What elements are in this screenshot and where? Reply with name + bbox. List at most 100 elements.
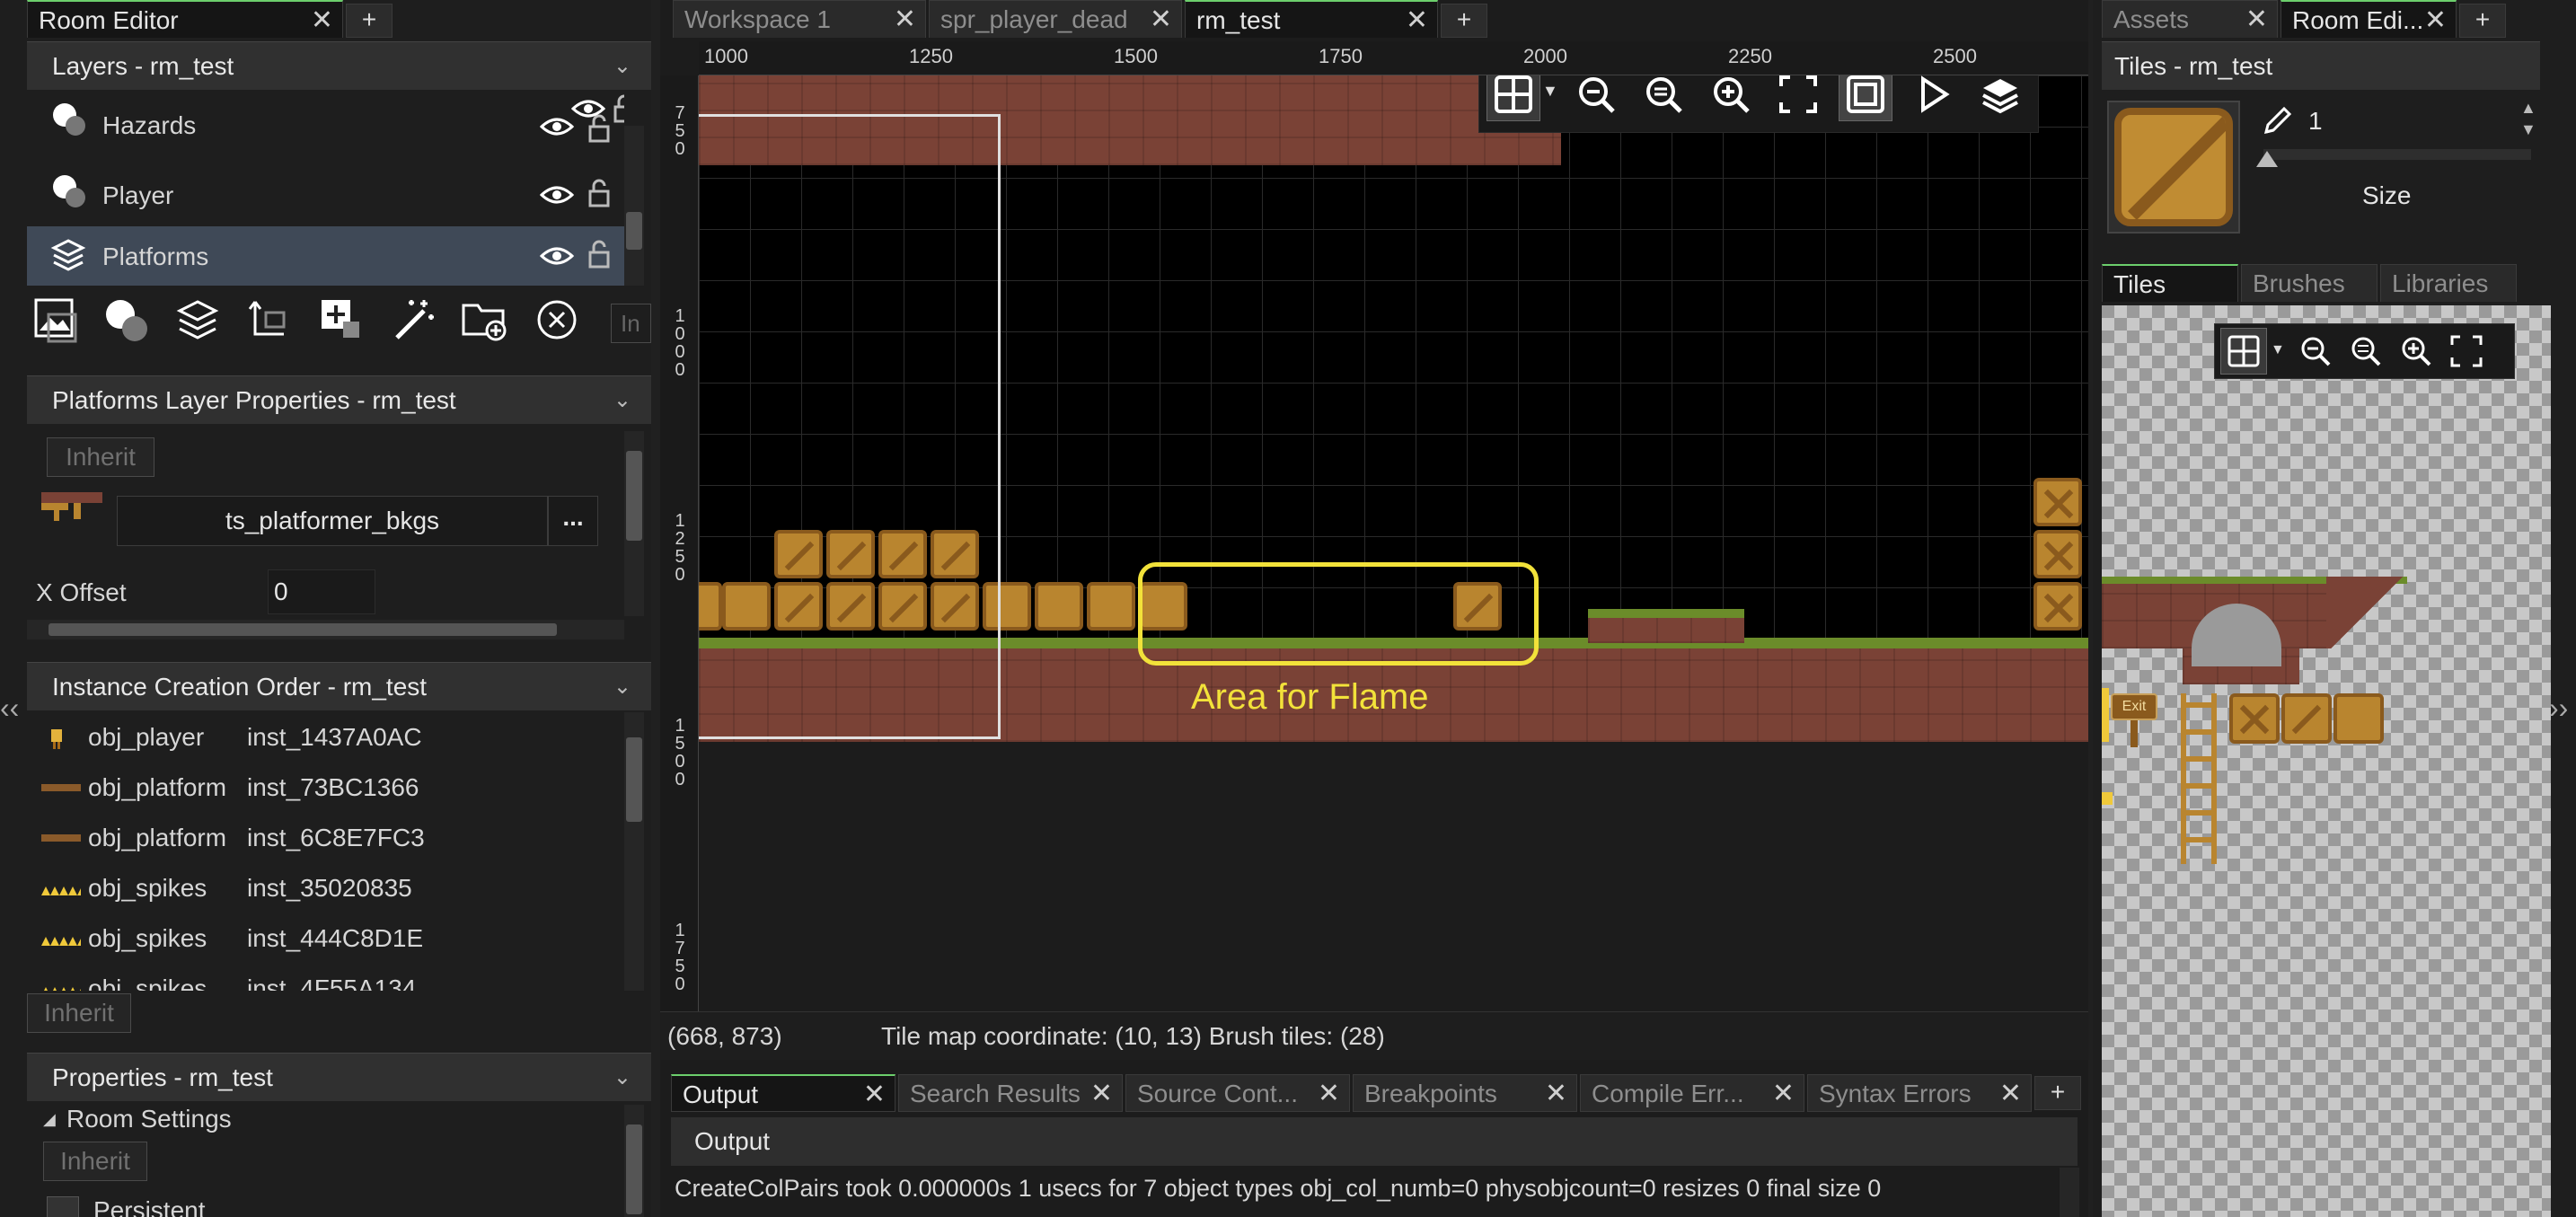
chevron-down-icon[interactable]: ⌄ xyxy=(613,1054,631,1102)
layers-panel-header[interactable]: Layers - rm_test ⌄ xyxy=(27,41,651,90)
subtab-brushes[interactable]: Brushes xyxy=(2241,264,2378,302)
tab-search-results[interactable]: Search Results ✕ xyxy=(898,1074,1123,1112)
list-item[interactable]: obj_player inst_1437A0AC xyxy=(27,712,624,763)
instance-order-header[interactable]: Instance Creation Order - rm_test ⌄ xyxy=(27,662,651,710)
inherit-layer-button[interactable]: In xyxy=(611,304,651,343)
scrollbar-thumb[interactable] xyxy=(626,451,642,541)
eye-icon[interactable] xyxy=(539,243,575,269)
add-effect-layer-icon[interactable] xyxy=(386,293,440,347)
add-tab-button[interactable]: + xyxy=(1441,4,1487,38)
close-icon[interactable]: ✕ xyxy=(2424,2,2447,38)
layers-button[interactable] xyxy=(1973,75,2027,121)
eye-icon[interactable] xyxy=(539,181,575,208)
brush-size-slider[interactable] xyxy=(2256,149,2531,167)
grid-toggle-button[interactable] xyxy=(2220,328,2267,375)
close-icon[interactable]: ✕ xyxy=(2245,1,2268,38)
properties-header[interactable]: Properties - rm_test ⌄ xyxy=(27,1053,651,1101)
list-item[interactable]: obj_spikes inst_4F55A134 xyxy=(27,964,624,991)
lock-icon[interactable] xyxy=(586,178,613,208)
slider-handle[interactable] xyxy=(2256,151,2278,167)
collapse-right-icon[interactable]: ›› xyxy=(2549,692,2568,725)
stepper-up-icon[interactable]: ▲ xyxy=(2520,99,2536,118)
layer-row-player[interactable]: Player xyxy=(27,165,624,225)
properties-scrollbar[interactable] xyxy=(624,1105,644,1217)
triangle-down-icon[interactable]: ◢ xyxy=(43,1110,56,1129)
tab-syntax-errors[interactable]: Syntax Errors ✕ xyxy=(1807,1074,2032,1112)
tab-source-control[interactable]: Source Cont... ✕ xyxy=(1125,1074,1350,1112)
list-item[interactable]: obj_spikes inst_35020835 xyxy=(27,863,624,913)
inherit-button[interactable]: Inherit xyxy=(47,437,154,477)
tileset-field[interactable]: ts_platformer_bkgs xyxy=(117,496,548,546)
tab-room-editor[interactable]: Room Editor ✕ xyxy=(27,0,343,38)
close-icon[interactable]: ✕ xyxy=(1406,2,1428,38)
zoom-reset-button[interactable] xyxy=(1636,75,1690,121)
list-item[interactable]: obj_spikes inst_444C8D1E xyxy=(27,913,624,964)
grid-toggle-button[interactable] xyxy=(1486,75,1540,121)
x-offset-input[interactable]: 0 xyxy=(268,569,375,614)
brush-size-input[interactable]: 1 xyxy=(2296,101,2511,142)
list-item[interactable]: obj_platform inst_73BC1366 xyxy=(27,763,624,813)
close-icon[interactable]: ✕ xyxy=(1545,1075,1567,1111)
collapse-left-icon[interactable]: ‹‹ xyxy=(0,692,19,725)
tab-output[interactable]: Output ✕ xyxy=(671,1074,895,1112)
zoom-in-button[interactable] xyxy=(2393,328,2439,375)
fit-view-button[interactable] xyxy=(1771,75,1825,121)
persistent-checkbox[interactable] xyxy=(47,1196,79,1217)
tab-workspace-1[interactable]: Workspace 1 ✕ xyxy=(673,0,926,38)
layer-row-hazards[interactable]: Hazards xyxy=(27,90,624,146)
tab-breakpoints[interactable]: Breakpoints ✕ xyxy=(1353,1074,1577,1112)
play-room-button[interactable] xyxy=(1906,75,1960,121)
lock-icon[interactable] xyxy=(586,239,613,269)
subtab-libraries[interactable]: Libraries xyxy=(2380,264,2517,302)
tab-compile-errors[interactable]: Compile Err... ✕ xyxy=(1580,1074,1804,1112)
layers-scrollbar[interactable] xyxy=(624,126,644,286)
chevron-down-icon[interactable]: ⌄ xyxy=(613,663,631,711)
close-icon[interactable]: ✕ xyxy=(894,1,916,38)
add-background-layer-icon[interactable] xyxy=(29,293,83,347)
show-view-button[interactable] xyxy=(1839,75,1892,121)
add-asset-layer-icon[interactable] xyxy=(314,293,368,347)
zoom-out-button[interactable] xyxy=(1569,75,1623,121)
instance-scrollbar[interactable] xyxy=(624,712,644,991)
list-item[interactable]: obj_platform inst_6C8E7FC3 xyxy=(27,813,624,863)
inherit-button[interactable]: Inherit xyxy=(43,1142,147,1181)
zoom-reset-button[interactable] xyxy=(2342,328,2389,375)
tab-room-editor-dock[interactable]: Room Edi... ✕ xyxy=(2280,0,2457,38)
props-scrollbar[interactable] xyxy=(624,431,644,616)
close-icon[interactable]: ✕ xyxy=(1772,1075,1795,1111)
layer-row-platforms[interactable]: Platforms xyxy=(27,226,624,286)
zoom-out-button[interactable] xyxy=(2292,328,2339,375)
room-settings-label[interactable]: Room Settings xyxy=(66,1105,232,1133)
lock-icon[interactable] xyxy=(611,93,624,124)
eye-icon[interactable] xyxy=(539,113,575,140)
close-icon[interactable]: ✕ xyxy=(1090,1075,1113,1111)
tileset-more-button[interactable]: ... xyxy=(548,496,598,546)
zoom-in-button[interactable] xyxy=(1704,75,1758,121)
add-path-layer-icon[interactable] xyxy=(243,293,296,347)
tileset-view[interactable]: ▼ Exit xyxy=(2102,305,2551,1217)
close-icon[interactable]: ✕ xyxy=(311,2,333,38)
subtab-tiles[interactable]: Tiles xyxy=(2102,264,2238,302)
tab-assets[interactable]: Assets ✕ xyxy=(2102,0,2278,38)
close-icon[interactable]: ✕ xyxy=(1150,1,1172,38)
chevron-down-icon[interactable]: ⌄ xyxy=(613,42,631,91)
props-h-scrollbar[interactable] xyxy=(27,620,624,639)
tab-spr-player-dead[interactable]: spr_player_dead ✕ xyxy=(929,0,1182,38)
add-tab-button[interactable]: + xyxy=(2459,4,2506,38)
scrollbar-thumb[interactable] xyxy=(626,1124,642,1214)
chevron-down-icon[interactable]: ▼ xyxy=(2271,342,2285,358)
delete-layer-icon[interactable] xyxy=(530,293,584,347)
scrollbar-thumb[interactable] xyxy=(626,737,642,822)
fit-view-button[interactable] xyxy=(2443,328,2490,375)
stepper-down-icon[interactable]: ▼ xyxy=(2520,120,2536,139)
tab-rm-test[interactable]: rm_test ✕ xyxy=(1185,0,1438,38)
output-scrollbar[interactable] xyxy=(2060,1168,2079,1217)
close-icon[interactable]: ✕ xyxy=(1318,1075,1340,1111)
scrollbar-thumb[interactable] xyxy=(49,623,557,636)
add-tile-layer-icon[interactable] xyxy=(171,293,225,347)
chevron-down-icon[interactable]: ⌄ xyxy=(613,376,631,425)
scrollbar-thumb[interactable] xyxy=(626,212,642,250)
close-icon[interactable]: ✕ xyxy=(1999,1075,2022,1111)
chevron-down-icon[interactable]: ▼ xyxy=(1542,82,1558,101)
add-tab-button[interactable]: + xyxy=(2034,1076,2081,1110)
